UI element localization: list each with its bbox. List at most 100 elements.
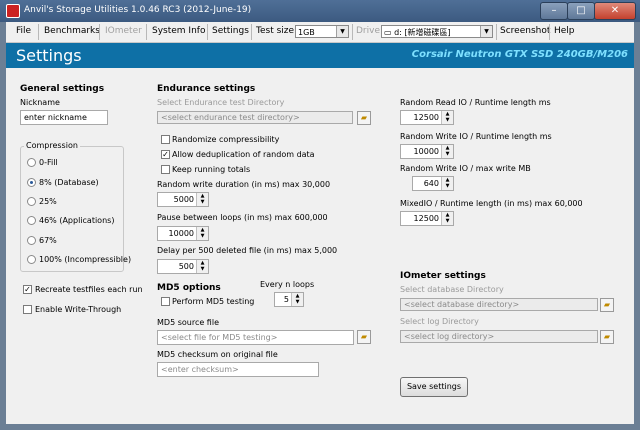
menu-help[interactable]: Help bbox=[554, 25, 575, 38]
compression-option: 8% (Database) bbox=[39, 178, 99, 187]
every-n-loops-label: Every n loops bbox=[260, 280, 315, 289]
folder-icon[interactable]: ▰ bbox=[357, 111, 371, 125]
random-read-label: Random Read IO / Runtime length ms bbox=[400, 98, 551, 107]
log-dir-label: Select log Directory bbox=[400, 317, 479, 326]
menu-separator bbox=[146, 24, 147, 40]
iometer-settings-heading: IOmeter settings bbox=[400, 271, 486, 281]
menu-file[interactable]: File bbox=[16, 25, 31, 38]
every-n-loops-input[interactable]: 5 ▲ ▼ bbox=[274, 292, 304, 307]
compression-option: 67% bbox=[39, 236, 57, 245]
random-read-value: 12500 bbox=[413, 113, 439, 122]
perform-md5-checkbox[interactable] bbox=[161, 297, 170, 306]
random-write-max-value: 640 bbox=[423, 179, 439, 188]
test-size-label: Test size bbox=[256, 26, 295, 36]
folder-icon[interactable]: ▰ bbox=[357, 330, 371, 344]
spin-arrows-icon[interactable]: ▲ ▼ bbox=[196, 260, 208, 273]
minimize-button[interactable]: – bbox=[540, 2, 568, 20]
mixed-io-label: MixedIO / Runtime length (in ms) max 60,… bbox=[400, 199, 583, 208]
compression-option: 0-Fill bbox=[39, 158, 58, 167]
dedup-checkbox[interactable]: ✓ bbox=[161, 150, 170, 159]
menu-screenshot[interactable]: Screenshot bbox=[500, 25, 550, 38]
dedup-label: Allow deduplication of random data bbox=[172, 150, 315, 159]
menu-benchmarks[interactable]: Benchmarks bbox=[44, 25, 100, 38]
endurance-settings-heading: Endurance settings bbox=[157, 84, 256, 94]
md5-checksum-label: MD5 checksum on original file bbox=[157, 350, 278, 359]
keep-totals-checkbox[interactable] bbox=[161, 165, 170, 174]
log-dir-input[interactable]: <select log directory> bbox=[400, 330, 598, 343]
mixed-io-value: 12500 bbox=[413, 214, 439, 223]
drive-label: Drive bbox=[356, 26, 380, 36]
title-bar: Anvil's Storage Utilities 1.0.46 RC3 (20… bbox=[0, 0, 640, 22]
menu-system-info[interactable]: System Info bbox=[152, 25, 205, 38]
spin-arrows-icon[interactable]: ▲ ▼ bbox=[196, 227, 208, 240]
delay-input[interactable]: 500 ▲ ▼ bbox=[157, 259, 209, 274]
menu-separator bbox=[99, 24, 100, 40]
mixed-io-input[interactable]: 12500 ▲ ▼ bbox=[400, 211, 454, 226]
recreate-checkbox[interactable]: ✓ bbox=[23, 285, 32, 294]
general-settings-heading: General settings bbox=[20, 84, 105, 94]
randomize-checkbox[interactable] bbox=[161, 135, 170, 144]
drive-name: Corsair Neutron GTX SSD 240GB/M206 bbox=[411, 49, 628, 60]
menu-separator bbox=[38, 24, 39, 40]
random-read-input[interactable]: 12500 ▲ ▼ bbox=[400, 110, 454, 125]
window-title: Anvil's Storage Utilities 1.0.46 RC3 (20… bbox=[24, 5, 252, 15]
spin-arrows-icon[interactable]: ▲ ▼ bbox=[441, 145, 453, 158]
compression-radio-1[interactable] bbox=[27, 178, 36, 187]
random-write-value: 10000 bbox=[413, 147, 439, 156]
menu-separator bbox=[251, 24, 252, 40]
nickname-label: Nickname bbox=[20, 98, 60, 107]
md5-options-heading: MD5 options bbox=[157, 283, 221, 293]
menu-separator bbox=[352, 24, 353, 40]
menu-bar: File Benchmarks IOmeter System Info Sett… bbox=[6, 22, 634, 43]
random-write-max-label: Random Write IO / max write MB bbox=[400, 164, 531, 173]
compression-radio-5[interactable] bbox=[27, 255, 36, 264]
spin-arrows-icon[interactable]: ▲ ▼ bbox=[441, 212, 453, 225]
menu-separator bbox=[496, 24, 497, 40]
menu-iometer[interactable]: IOmeter bbox=[105, 25, 142, 38]
random-write-max-input[interactable]: 640 ▲ ▼ bbox=[412, 176, 454, 191]
rw-duration-input[interactable]: 5000 ▲ ▼ bbox=[157, 192, 209, 207]
maximize-button[interactable]: □ bbox=[567, 2, 595, 20]
md5-checksum-input[interactable]: <enter checksum> bbox=[157, 362, 319, 377]
db-dir-input[interactable]: <select database directory> bbox=[400, 298, 598, 311]
close-button[interactable]: ✕ bbox=[594, 2, 636, 20]
compression-label: Compression bbox=[24, 141, 80, 151]
menu-settings[interactable]: Settings bbox=[212, 25, 249, 38]
perform-md5-label: Perform MD5 testing bbox=[172, 297, 255, 306]
compression-radio-2[interactable] bbox=[27, 197, 36, 206]
folder-icon[interactable]: ▰ bbox=[600, 298, 614, 312]
nickname-input[interactable]: enter nickname bbox=[20, 110, 108, 125]
md5-source-input[interactable]: <select file for MD5 testing> bbox=[157, 330, 354, 345]
keep-totals-label: Keep running totals bbox=[172, 165, 251, 174]
compression-radio-4[interactable] bbox=[27, 236, 36, 245]
randomize-label: Randomize compressibility bbox=[172, 135, 280, 144]
app-icon bbox=[6, 4, 20, 18]
settings-panel: General settings Nickname enter nickname… bbox=[6, 68, 634, 424]
spin-arrows-icon[interactable]: ▲ ▼ bbox=[441, 177, 453, 190]
compression-radio-3[interactable] bbox=[27, 216, 36, 225]
random-write-input[interactable]: 10000 ▲ ▼ bbox=[400, 144, 454, 159]
menu-separator bbox=[207, 24, 208, 40]
compression-option: 46% (Applications) bbox=[39, 216, 115, 225]
every-n-loops-value: 5 bbox=[283, 295, 289, 304]
save-settings-button[interactable]: Save settings bbox=[400, 377, 468, 397]
rw-duration-value: 5000 bbox=[173, 195, 194, 204]
compression-option: 100% (Incompressible) bbox=[39, 255, 132, 264]
folder-icon[interactable]: ▰ bbox=[600, 330, 614, 344]
chevron-down-icon: ▼ bbox=[336, 26, 348, 37]
pause-value: 10000 bbox=[168, 229, 194, 238]
endurance-dir-input[interactable]: <select endurance test directory> bbox=[157, 111, 353, 124]
spin-arrows-icon[interactable]: ▲ ▼ bbox=[196, 193, 208, 206]
endurance-dir-label: Select Endurance test Directory bbox=[157, 98, 285, 107]
compression-radio-0[interactable] bbox=[27, 158, 36, 167]
compression-option: 25% bbox=[39, 197, 57, 206]
write-through-checkbox[interactable] bbox=[23, 305, 32, 314]
spin-arrows-icon[interactable]: ▲ ▼ bbox=[441, 111, 453, 124]
delay-label: Delay per 500 deleted file (in ms) max 5… bbox=[157, 246, 338, 255]
spin-arrows-icon[interactable]: ▲ ▼ bbox=[291, 293, 303, 306]
md5-source-label: MD5 source file bbox=[157, 318, 219, 327]
pause-input[interactable]: 10000 ▲ ▼ bbox=[157, 226, 209, 241]
test-size-select[interactable]: 1GB ▼ bbox=[295, 25, 349, 38]
drive-select[interactable]: ▭ d: [新增磁碟區] ▼ bbox=[381, 25, 493, 38]
drive-value: d: [新增磁碟區] bbox=[394, 28, 451, 37]
